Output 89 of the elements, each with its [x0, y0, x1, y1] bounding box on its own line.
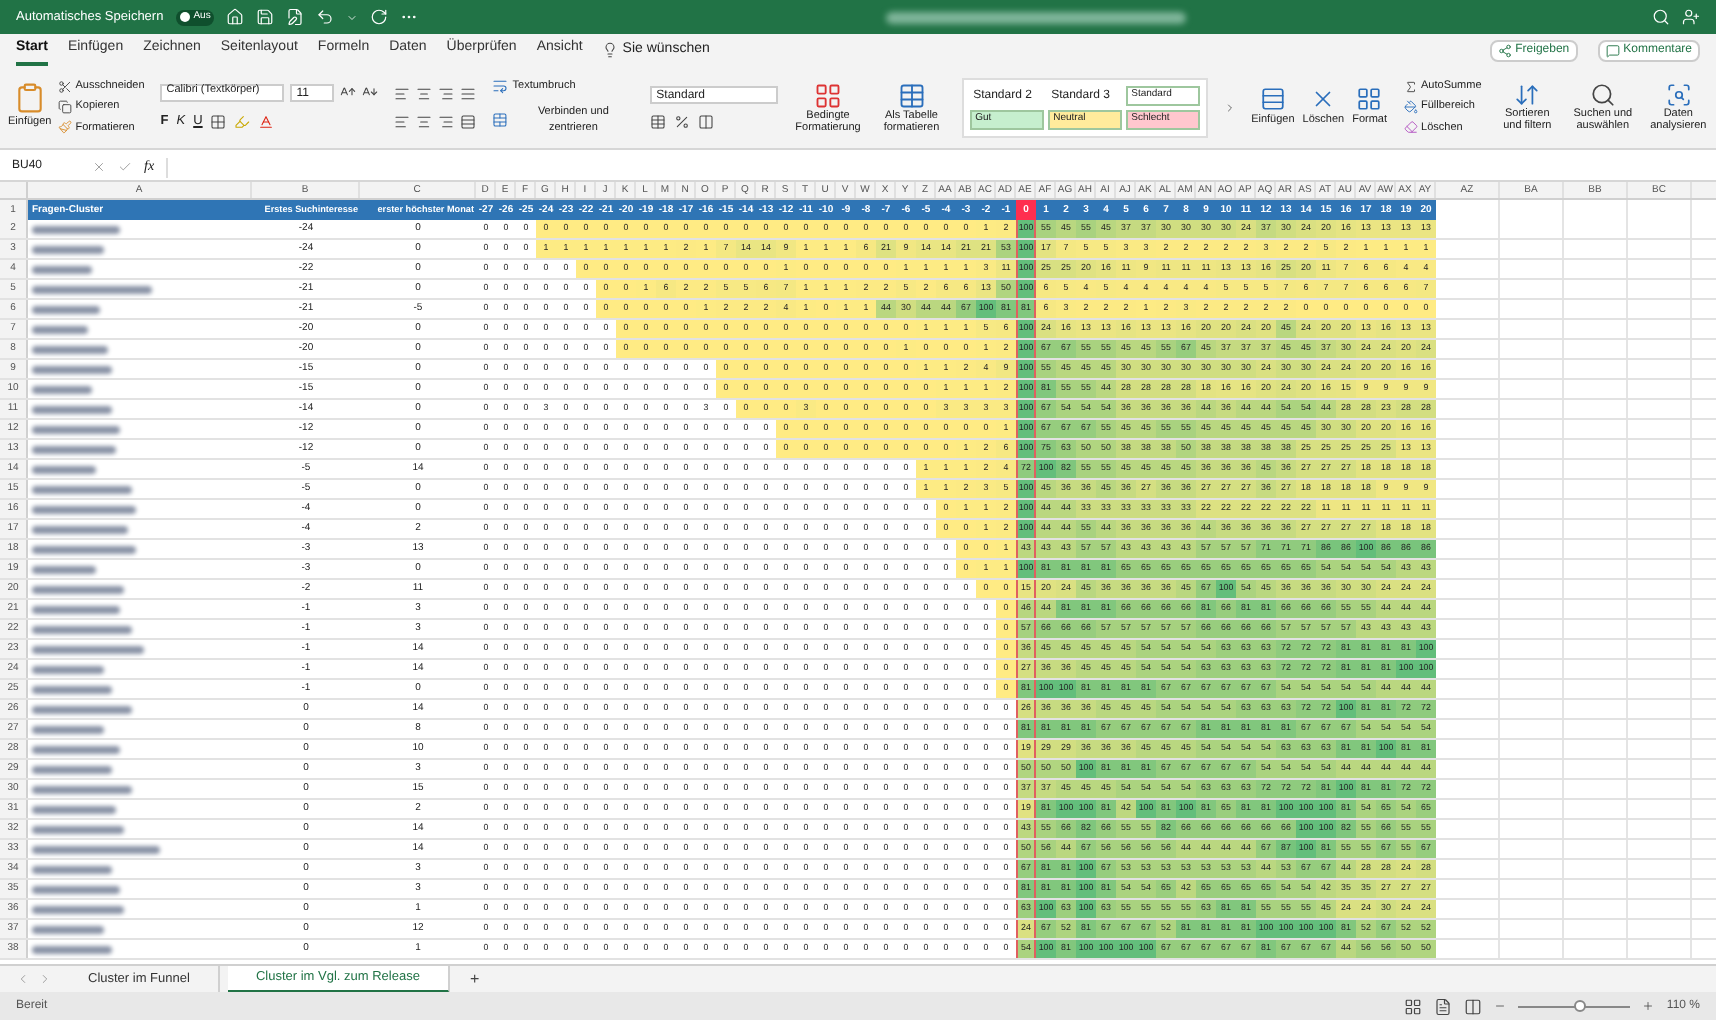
- increase-font-icon: [340, 84, 357, 101]
- format-icon: [1356, 85, 1383, 112]
- search-icon: [1652, 8, 1670, 26]
- align-middle-icon: [416, 85, 433, 101]
- fill-icon: [1403, 100, 1418, 114]
- page-break-icon: [1464, 997, 1483, 1015]
- blurred-text: [32, 705, 132, 713]
- blurred-text: [32, 925, 104, 933]
- blurred-text: [32, 565, 96, 573]
- grid-icon: [814, 81, 843, 109]
- redo-icon: [370, 8, 389, 26]
- blurred-text: [32, 345, 108, 353]
- page-layout-icon: [1434, 997, 1453, 1015]
- blurred-text: [32, 905, 124, 913]
- blurred-text: [32, 265, 92, 273]
- clipboard-icon: [13, 82, 46, 115]
- search-icon: [1589, 82, 1616, 108]
- copy-icon: [57, 100, 72, 114]
- borders-icon: [210, 113, 227, 129]
- blurred-text: [32, 485, 132, 493]
- user-icon: [1682, 8, 1700, 26]
- blurred-text: [32, 885, 120, 893]
- blurred-text: [32, 605, 120, 613]
- blurred-text: [32, 785, 132, 793]
- scroll-right-icon: [38, 972, 52, 986]
- merge-icon: [492, 112, 509, 129]
- font-color-icon: [258, 113, 275, 129]
- save-icon: [256, 8, 275, 26]
- highlighter-icon: [234, 113, 251, 129]
- blurred-text: [32, 585, 124, 593]
- wrap-text-icon: [492, 77, 509, 94]
- zoom-in-icon: [1642, 1000, 1655, 1012]
- align-center-icon: [416, 113, 433, 129]
- align-top-icon: [394, 85, 411, 101]
- blurred-text: [32, 845, 160, 853]
- blurred-text: [32, 765, 112, 773]
- percent-icon: [674, 113, 691, 129]
- scroll-left-icon: [16, 972, 30, 986]
- share-icon: [1497, 44, 1512, 58]
- blurred-text: [32, 665, 104, 673]
- sort-icon: [1514, 82, 1541, 108]
- cancel-icon: [92, 160, 106, 174]
- blurred-text: [32, 685, 112, 693]
- eraser-icon: [1403, 120, 1418, 135]
- blurred-text: [32, 465, 96, 473]
- scissors-icon: [57, 79, 72, 94]
- insert-rows-icon: [1259, 85, 1286, 112]
- paintbrush-icon: [57, 120, 72, 135]
- normal-view-icon: [1404, 997, 1423, 1015]
- blurred-text: [32, 445, 116, 453]
- caret-icon: [346, 11, 359, 23]
- gallery-more-icon: [1223, 101, 1236, 113]
- blurred-text: [32, 545, 136, 553]
- blurred-text: [32, 365, 112, 373]
- comment-icon: [1605, 44, 1620, 58]
- slider-thumb[interactable]: [1574, 1000, 1587, 1012]
- blurred-text: [32, 645, 144, 653]
- blurred-text: [32, 325, 88, 333]
- enter-icon: [118, 160, 132, 174]
- blurred-text: [32, 805, 116, 813]
- blurred-text: [32, 525, 128, 533]
- align-left-icon: [394, 113, 411, 129]
- lightbulb-icon: [602, 41, 619, 58]
- blurred-text: [32, 225, 120, 233]
- blurred-text: [32, 625, 132, 633]
- table-icon: [897, 81, 926, 109]
- blurred-text: [32, 245, 104, 253]
- blurred-text: [32, 825, 124, 833]
- sigma-icon: [1403, 79, 1418, 94]
- blurred-text: [32, 725, 104, 733]
- align-bottom-icon: [438, 85, 455, 101]
- undo-icon: [316, 8, 335, 26]
- blurred-text: [32, 505, 136, 513]
- decrease-font-icon: [362, 84, 379, 101]
- blurred-text: [32, 285, 152, 293]
- analyze-icon: [1665, 82, 1692, 108]
- blurred-text: [32, 865, 112, 873]
- blurred-text: [32, 305, 100, 313]
- blurred-text: [32, 385, 92, 393]
- home-icon: [226, 8, 245, 26]
- blurred-text: [32, 745, 120, 753]
- zoom-out-icon: [1494, 1000, 1507, 1012]
- zoom-slider[interactable]: [1518, 1000, 1631, 1012]
- align-right-icon: [438, 113, 455, 129]
- blurred-text: [32, 405, 112, 413]
- add-sheet-button[interactable]: +: [457, 967, 492, 991]
- blurred-text: [32, 425, 120, 433]
- edit-file-icon: [286, 8, 305, 26]
- blurred-text: [32, 945, 112, 953]
